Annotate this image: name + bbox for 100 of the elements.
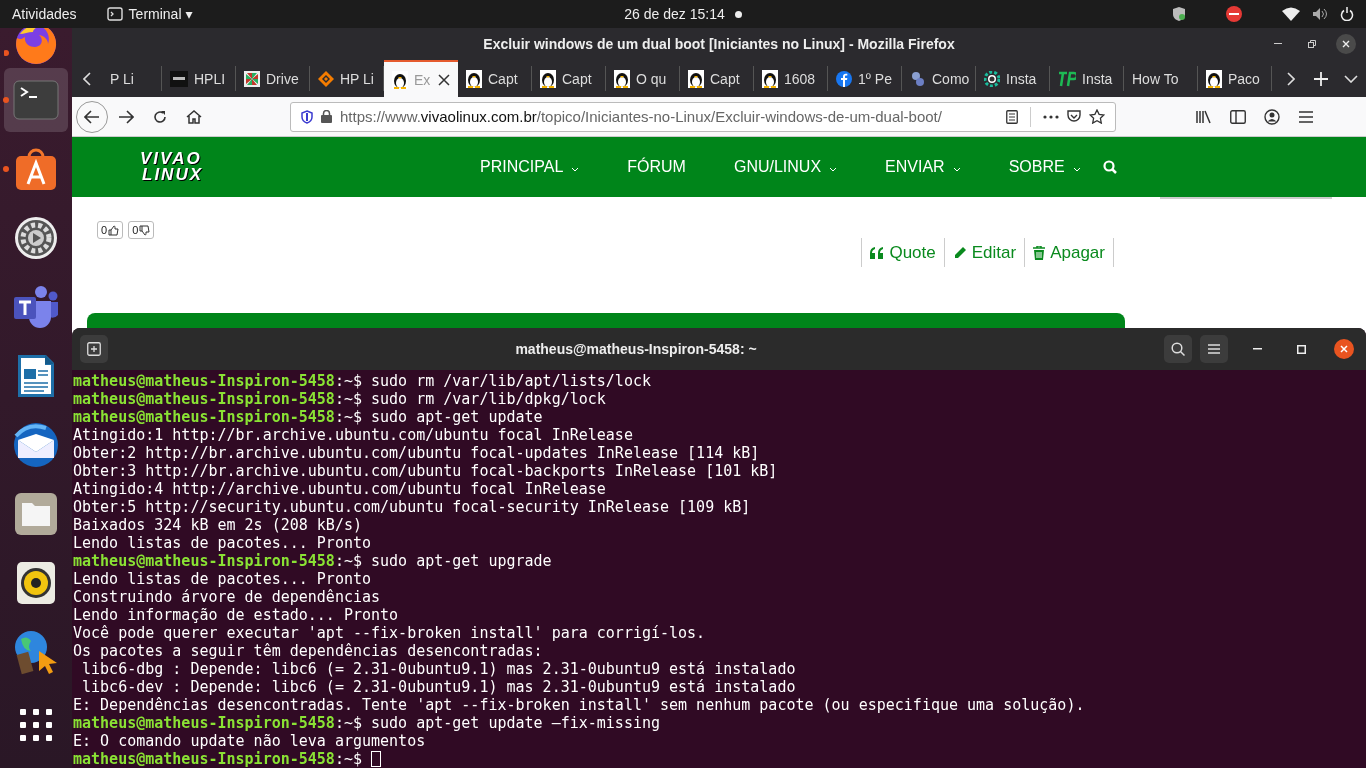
output-line: E: O comando update não leva argumentos [73,732,426,750]
nav-link[interactable]: GNU/LINUX [733,158,838,176]
new-tab-button[interactable] [80,335,108,363]
nav-link[interactable]: PRINCIPAL [480,158,580,176]
folder-icon [14,492,58,536]
nav-link[interactable]: SOBRE [1008,158,1081,176]
terminal-icon [106,7,123,21]
output-line: libc6-dbg : Depende: libc6 (= 2.31-0ubuntu9.1) mas 2.31-0ubuntu9 está instalado [81,660,796,678]
browser-tab[interactable]: P Li [102,66,162,91]
browser-tab[interactable]: Capt [532,66,606,91]
close-button[interactable] [1334,339,1354,359]
app-grid-icon [20,709,52,741]
close-button[interactable] [1336,34,1356,54]
penguin-icon [614,69,630,88]
menu-icon [1299,110,1313,123]
output-line: Baixados 324 kB em 2s (208 kB/s) [73,516,362,534]
gear-icon [14,216,58,260]
volume-icon[interactable] [1312,7,1328,21]
browser-tab[interactable]: HPLI [162,66,236,91]
account-icon [1264,108,1280,125]
power-icon[interactable] [1340,7,1354,21]
sidebar-icon [1230,109,1246,124]
logo-icon [170,70,188,87]
fox-globe-icon [14,28,58,66]
browser-tab[interactable]: Insta [976,66,1050,91]
quote-link[interactable]: Quote [861,238,944,267]
penguin-icon [466,69,482,88]
url-text: https://www.vivaolinux.com.br/topico/Iniciantes-no-Linux/Excluir-windows-de-um-dual-boot/ [340,108,943,125]
delete-link[interactable]: Apagar [1024,238,1114,267]
nav-link[interactable]: ENVIAR [885,158,961,176]
no-entry-icon[interactable] [1226,6,1242,22]
pencil-icon [952,245,967,260]
chevron-right-icon [1287,71,1295,86]
dislike-button[interactable]: 0 [128,221,155,239]
site-logo[interactable]: VIVAO LINUX [140,151,480,183]
browser-tab[interactable]: Capt [680,66,754,91]
pocket-icon[interactable] [1067,110,1081,123]
search-icon[interactable] [1102,160,1117,174]
facebook-icon [836,70,852,87]
browser-tab[interactable]: Insta [1050,66,1124,91]
star-icon[interactable] [1089,109,1105,124]
chevron-down-icon [1344,74,1358,83]
output-line: Obter:5 http://security.ubuntu.com/ubuntu focal-security InRelease [109 kB] [73,498,751,516]
prompt-line: matheus@matheus-Inspiron-5458:~$ sudo rm /var/lib/dpkg/lock [73,390,606,408]
chevron-left-icon [83,71,91,86]
edit-link[interactable]: Editar [943,238,1025,267]
activities-button[interactable]: Atividades [12,6,77,22]
output-line: libc6-dev : Depende: libc6 (= 2.31-0ubuntu9.1) mas 2.31-0ubuntu9 está instalado [81,678,796,696]
thumbs-up-icon [108,224,120,236]
reload-icon [153,109,167,124]
browser-tab[interactable]: O qu [606,66,680,91]
shield-icon[interactable] [1172,6,1186,22]
shopping-bag-icon [14,147,58,191]
arrow-left-icon [84,109,100,124]
nav-link[interactable]: FÓRUM [627,158,686,176]
window-title: Excluir windows de um dual boot [Iniciantes no Linux] - Mozilla Firefox [483,36,955,52]
more-icon[interactable] [1043,114,1059,119]
search-button[interactable] [1164,335,1192,363]
restore-icon [1308,40,1316,48]
letters-icon [1058,70,1076,87]
shield-icon[interactable] [301,109,313,124]
globe-cursor-icon [13,629,59,675]
reader-view-icon[interactable] [1006,109,1018,124]
browser-tab[interactable]: Capt [458,66,532,91]
close-icon [1340,345,1348,353]
address-bar[interactable]: https://www.vivaolinux.com.br/topico/Iniciantes-no-Linux/Excluir-windows-de-um-dual-boot/ [290,101,1116,132]
clock[interactable]: 26 de dez 15:14 [624,6,725,22]
library-icon [1196,109,1212,124]
app-menu[interactable]: Terminal ▾ [106,6,193,22]
gear-icon [984,70,1000,87]
output-line: Os pacotes a seguir têm dependências desencontradas: [73,642,543,660]
browser-tab[interactable]: Como [902,66,976,91]
close-icon[interactable] [438,73,450,86]
browser-tab[interactable]: 1º Pe [828,66,902,91]
new-tab-icon [87,342,101,356]
menu-icon [1208,344,1220,354]
diamond-icon [318,70,334,87]
browser-tab[interactable]: Paco [1198,66,1272,91]
bird-envelope-icon [12,422,60,468]
speaker-icon [16,561,56,605]
output-line: Obter:2 http://br.archive.ubuntu.com/ubuntu focal-updates InRelease [114 kB] [73,444,760,462]
output-line: Lendo informação de estado... Pronto [73,606,399,624]
like-button[interactable]: 0 [97,221,124,239]
browser-tab[interactable]: How To [1124,66,1198,91]
output-line: Construindo árvore de dependências [73,588,381,606]
browser-tab[interactable]: Drive [236,66,310,91]
thumbs-down-icon [139,224,151,236]
output-line: Lendo listas de pacotes... Pronto [73,570,371,588]
browser-tab[interactable]: 1608 [754,66,828,91]
trash-icon [1033,245,1046,260]
prompt-line: matheus@matheus-Inspiron-5458:~$ [73,750,363,768]
penguin-icon [540,69,556,88]
window-title: matheus@matheus-Inspiron-5458: ~ [514,341,758,357]
prompt-line: matheus@matheus-Inspiron-5458:~$ sudo apt-get update –fix-missing [73,714,660,732]
wifi-icon[interactable] [1282,7,1300,21]
menu-button[interactable] [1200,335,1228,363]
quote-icon [870,246,885,259]
penguin-icon [1206,69,1222,88]
people-icon [13,285,59,329]
penguin-icon [762,69,778,88]
